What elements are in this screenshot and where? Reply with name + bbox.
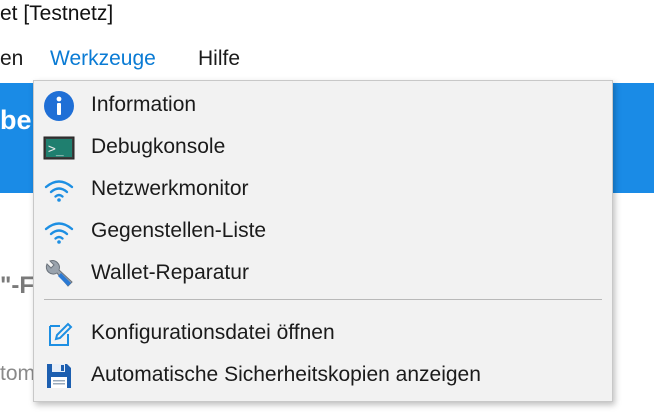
banner-text: be [0, 105, 32, 135]
menu-item-label: Wallet-Reparatur [91, 261, 249, 284]
console-icon: >_ [43, 132, 75, 164]
menu-item-wallet-reparatur[interactable]: Wallet-Reparatur [34, 254, 612, 294]
wifi-icon [43, 216, 75, 248]
info-icon [43, 90, 75, 122]
wifi-icon [43, 174, 75, 206]
menu-werkzeuge[interactable]: Werkzeuge [50, 44, 156, 74]
menu-item-label: Gegenstellen-Liste [91, 219, 267, 242]
svg-text:>_: >_ [48, 142, 64, 157]
menubar: en Werkzeuge Hilfe [0, 44, 654, 76]
menu-item-label: Konfigurationsdatei öffnen [91, 321, 335, 344]
floppy-disk-icon [43, 360, 75, 392]
wrench-icon [43, 258, 75, 290]
menu-item-sicherheitskopien-anzeigen[interactable]: Automatische Sicherheitskopien anzeigen [34, 356, 612, 396]
menu-item-label: Debugkonsole [91, 135, 226, 158]
menu-edit[interactable]: en [0, 44, 23, 74]
menu-hilfe[interactable]: Hilfe [198, 44, 240, 74]
menu-item-information[interactable]: Information [34, 86, 612, 126]
edit-icon [43, 318, 75, 350]
werkzeuge-dropdown-menu: Information >_ Debugkonsole Netzwerkmoni… [33, 80, 613, 402]
menu-item-gegenstellen-liste[interactable]: Gegenstellen-Liste [34, 212, 612, 252]
menu-item-label: Automatische Sicherheitskopien anzeigen [91, 363, 481, 386]
menu-item-konfigurationsdatei-oeffnen[interactable]: Konfigurationsdatei öffnen [34, 314, 612, 354]
menu-separator [44, 299, 602, 300]
menu-item-debugkonsole[interactable]: >_ Debugkonsole [34, 128, 612, 168]
window-title: et [Testnetz] [0, 2, 114, 25]
menu-item-label: Information [91, 93, 197, 116]
section-heading: "-F [0, 272, 35, 299]
menu-item-label: Netzwerkmonitor [91, 177, 249, 200]
body-text: tom [0, 362, 36, 385]
menu-item-netzwerkmonitor[interactable]: Netzwerkmonitor [34, 170, 612, 210]
